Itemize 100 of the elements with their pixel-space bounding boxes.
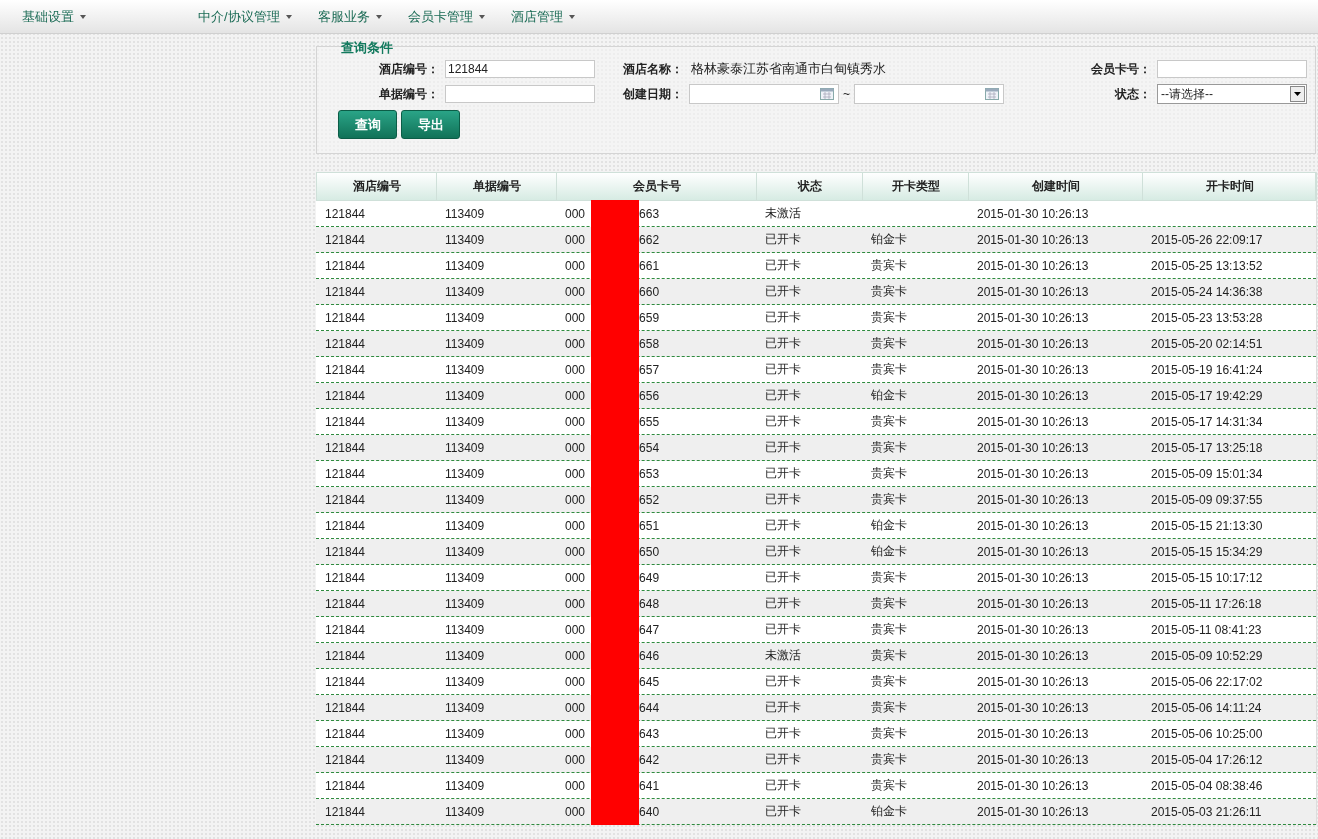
card-number-suffix: 649 [639,569,660,587]
table-row[interactable]: 121844 113409 000 642 已开卡 贵宾卡 2015-01-30 10:26:13 2015-05-04 17:26:12 [316,747,1316,773]
card-number-prefix: 000 [565,413,586,431]
input-field[interactable]: 121844 [445,60,595,78]
card-number-suffix: 652 [639,491,660,509]
table-cell-text: 113409 [444,673,486,691]
field-label: 酒店名称： [622,60,684,78]
table-cell-text: 已开卡 [764,517,802,534]
card-number-prefix: 000 [565,777,586,795]
table-row[interactable]: 121844 113409 000 644 已开卡 贵宾卡 2015-01-30 10:26:13 2015-05-06 14:11:24 [316,695,1316,721]
nav-menu-item[interactable]: 客服业务 [317,7,382,26]
table-cell-text: 铂金卡 [870,517,908,534]
card-number-suffix: 653 [639,465,660,483]
table-cell-text: 贵宾卡 [870,283,908,300]
card-number-suffix: 643 [639,725,660,743]
table-cell-text: 121844 [324,647,367,665]
table-cell-text: 113409 [444,543,486,561]
table-cell-text: 已开卡 [764,673,802,690]
card-number-prefix: 000 [565,699,586,717]
table-cell-text: 121844 [324,751,367,769]
input-field[interactable] [1157,60,1307,78]
card-number-suffix: 650 [639,543,660,561]
table-cell-text: 113409 [444,621,486,639]
table-row[interactable]: 121844 113409 000 663 未激活 2015-01-30 10:26:13 [316,201,1316,227]
nav-menu-item[interactable]: 中介/协议管理 [198,7,292,26]
input-field[interactable] [445,85,595,103]
table-cell-text: 贵宾卡 [870,465,908,482]
table-cell-text: 121844 [324,803,367,821]
field-label: 状态： [1113,85,1152,103]
nav-menu-item[interactable]: 基础设置 [22,7,86,26]
nav-menu-item[interactable]: 酒店管理 [510,7,575,26]
table-cell-text: 113409 [444,647,486,665]
table-cell-text: 已开卡 [764,803,802,820]
status-select[interactable]: --请选择-- [1157,84,1307,104]
calendar-icon[interactable] [820,88,834,100]
table-row[interactable]: 121844 113409 000 653 已开卡 贵宾卡 2015-01-30 10:26:13 2015-05-09 15:01:34 [316,461,1316,487]
table-cell-text: 2015-01-30 10:26:13 [976,595,1090,613]
table-cell-text: 贵宾卡 [870,647,908,664]
card-number-suffix: 658 [639,335,660,353]
card-number-suffix: 640 [639,803,660,821]
date-field[interactable] [689,84,839,104]
table-row[interactable]: 121844 113409 000 659 已开卡 贵宾卡 2015-01-30 10:26:13 2015-05-23 13:53:28 [316,305,1316,331]
card-number-suffix: 660 [639,283,660,301]
table-row[interactable]: 121844 113409 000 641 已开卡 贵宾卡 2015-01-30 10:26:13 2015-05-04 08:38:46 [316,773,1316,799]
card-number-prefix: 000 [565,725,586,743]
card-number-suffix: 663 [639,205,660,223]
table-cell-text: 已开卡 [764,387,802,404]
table-row[interactable]: 121844 113409 000 647 已开卡 贵宾卡 2015-01-30 10:26:13 2015-05-11 08:41:23 [316,617,1316,643]
table-cell-text: 2015-05-26 22:09:17 [1150,231,1264,249]
table-cell-text: 未激活 [764,647,802,664]
action-button[interactable]: 查询 [338,110,397,139]
table-row[interactable]: 121844 113409 000 648 已开卡 贵宾卡 2015-01-30 10:26:13 2015-05-11 17:26:18 [316,591,1316,617]
table-row[interactable]: 121844 113409 000 646 未激活 贵宾卡 2015-01-30 10:26:13 2015-05-09 10:52:29 [316,643,1316,669]
table-cell-text: 贵宾卡 [870,673,908,690]
table-cell-text: 121844 [324,517,367,535]
date-field[interactable] [854,84,1004,104]
card-number-suffix: 651 [639,517,660,535]
table-row[interactable]: 121844 113409 000 661 已开卡 贵宾卡 2015-01-30 10:26:13 2015-05-25 13:13:52 [316,253,1316,279]
table-row[interactable]: 121844 113409 000 649 已开卡 贵宾卡 2015-01-30 10:26:13 2015-05-15 10:17:12 [316,565,1316,591]
table-cell-text: 113409 [444,725,486,743]
table-cell-text: 2015-01-30 10:26:13 [976,335,1090,353]
table-cell-text: 2015-05-23 13:53:28 [1150,309,1264,327]
table-cell-text: 121844 [324,777,367,795]
panel-title: 查询条件 [341,39,393,57]
table-row[interactable]: 121844 113409 000 645 已开卡 贵宾卡 2015-01-30 10:26:13 2015-05-06 22:17:02 [316,669,1316,695]
table-row[interactable]: 121844 113409 000 640 已开卡 铂金卡 2015-01-30 10:26:13 2015-05-03 21:26:11 [316,799,1316,825]
table-cell-text: 已开卡 [764,257,802,274]
calendar-icon[interactable] [985,88,999,100]
table-cell-text: 2015-01-30 10:26:13 [976,803,1090,821]
table-cell-text: 已开卡 [764,621,802,638]
table-cell-text: 121844 [324,543,367,561]
hotel-name-value: 格林豪泰江苏省南通市白甸镇秀水 [690,60,887,78]
table-cell-text: 113409 [444,257,486,275]
table-cell-text: 113409 [444,283,486,301]
table-cell-text: 2015-01-30 10:26:13 [976,569,1090,587]
card-number-suffix: 657 [639,361,660,379]
table-cell-text: 2015-01-30 10:26:13 [976,517,1090,535]
table-row[interactable]: 121844 113409 000 654 已开卡 贵宾卡 2015-01-30 10:26:13 2015-05-17 13:25:18 [316,435,1316,461]
table-cell-text: 113409 [444,231,486,249]
table-row[interactable]: 121844 113409 000 650 已开卡 铂金卡 2015-01-30 10:26:13 2015-05-15 15:34:29 [316,539,1316,565]
table-row[interactable]: 121844 113409 000 656 已开卡 铂金卡 2015-01-30 10:26:13 2015-05-17 19:42:29 [316,383,1316,409]
table-cell-text: 113409 [444,777,486,795]
table-row[interactable]: 121844 113409 000 657 已开卡 贵宾卡 2015-01-30 10:26:13 2015-05-19 16:41:24 [316,357,1316,383]
table-cell-text: 贵宾卡 [870,621,908,638]
table-cell-text: 121844 [324,335,367,353]
table-cell-text: 2015-01-30 10:26:13 [976,309,1090,327]
table-cell-text: 2015-05-04 17:26:12 [1150,751,1264,769]
table-cell-text: 121844 [324,595,367,613]
nav-menu-item[interactable]: 会员卡管理 [407,7,485,26]
table-row[interactable]: 121844 113409 000 658 已开卡 贵宾卡 2015-01-30 10:26:13 2015-05-20 02:14:51 [316,331,1316,357]
table-row[interactable]: 121844 113409 000 651 已开卡 铂金卡 2015-01-30 10:26:13 2015-05-15 21:13:30 [316,513,1316,539]
table-row[interactable]: 121844 113409 000 660 已开卡 贵宾卡 2015-01-30 10:26:13 2015-05-24 14:36:38 [316,279,1316,305]
table-row[interactable]: 121844 113409 000 662 已开卡 铂金卡 2015-01-30 10:26:13 2015-05-26 22:09:17 [316,227,1316,253]
table-row[interactable]: 121844 113409 000 655 已开卡 贵宾卡 2015-01-30 10:26:13 2015-05-17 14:31:34 [316,409,1316,435]
action-button[interactable]: 导出 [401,110,460,139]
table-cell-text: 贵宾卡 [870,309,908,326]
card-number-prefix: 000 [565,257,586,275]
table-cell-text: 2015-05-03 21:26:11 [1150,803,1263,821]
table-row[interactable]: 121844 113409 000 643 已开卡 贵宾卡 2015-01-30 10:26:13 2015-05-06 10:25:00 [316,721,1316,747]
table-row[interactable]: 121844 113409 000 652 已开卡 贵宾卡 2015-01-30 10:26:13 2015-05-09 09:37:55 [316,487,1316,513]
